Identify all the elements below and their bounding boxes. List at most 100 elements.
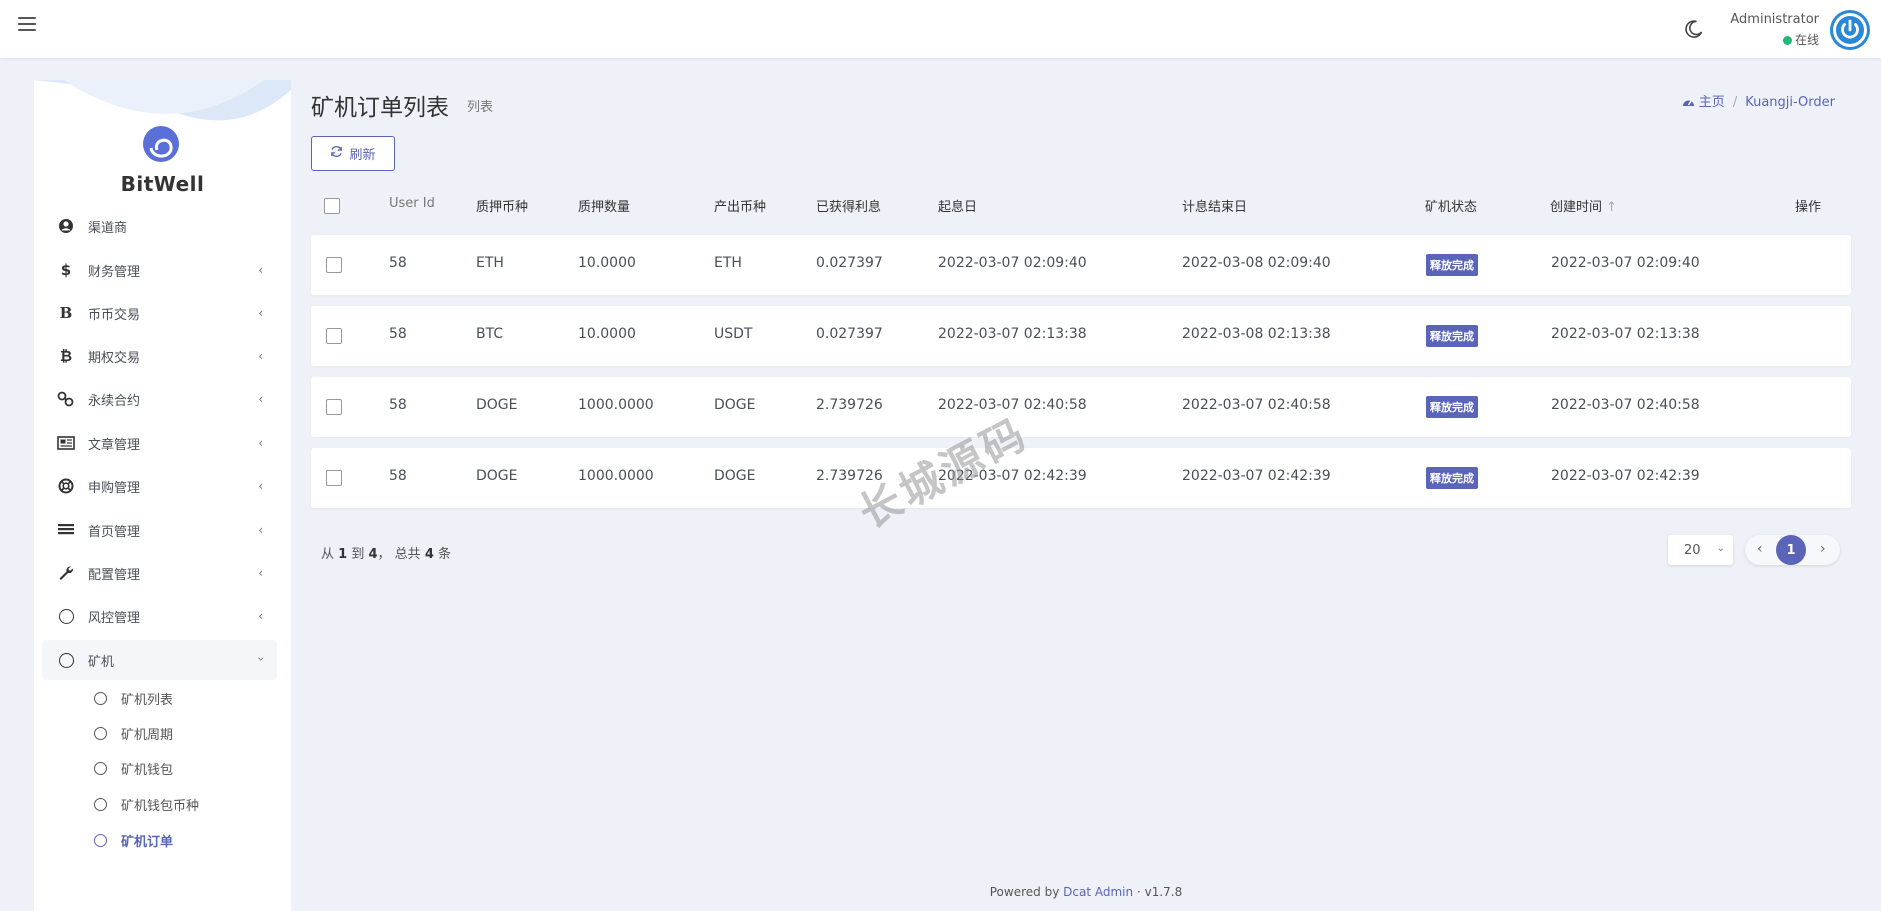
sidebar-sub-label: 矿机订单 [121, 834, 174, 850]
sidebar-item-label: 矿机 [88, 654, 115, 670]
sidebar-sub-mining-period[interactable]: 矿机周期 [74, 718, 274, 748]
sidebar-item-spot-trading[interactable]: B 币币交易 ‹ [42, 293, 277, 333]
status-badge: 释放完成 [1426, 325, 1478, 347]
refresh-button[interactable]: 刷新 [311, 136, 395, 171]
cell-pledge-coin: DOGE [476, 468, 518, 484]
cell-pledge-coin: ETH [476, 255, 504, 271]
column-earned-interest[interactable]: 已获得利息 [816, 196, 881, 215]
column-created-at[interactable]: 创建时间 ↑ [1550, 196, 1617, 215]
lifebuoy-icon [56, 478, 76, 494]
sidebar-item-config[interactable]: 配置管理 ‹ [42, 553, 277, 593]
sidebar-item-homepage[interactable]: 首页管理 ‹ [42, 510, 277, 550]
pagination-end: 4 [368, 547, 378, 562]
sidebar-item-channel[interactable]: 渠道商 [42, 206, 277, 246]
column-pledge-amount[interactable]: 质押数量 [578, 196, 630, 215]
chevron-left-icon: ‹ [258, 263, 263, 277]
table-row: 58 DOGE 1000.0000 DOGE 2.739726 2022-03-… [311, 377, 1851, 437]
cell-user-id: 58 [389, 255, 407, 271]
sidebar-item-label: 首页管理 [88, 524, 141, 540]
sidebar-item-risk[interactable]: 风控管理 ‹ [42, 596, 277, 636]
sidebar-item-perpetual[interactable]: 永续合约 ‹ [42, 379, 277, 419]
user-status-text: 在线 [1794, 33, 1819, 47]
sidebar-sub-mining-wallet[interactable]: 矿机钱包 [74, 753, 274, 783]
prev-page-icon[interactable]: ‹ [1757, 541, 1763, 557]
chevron-left-icon: ‹ [258, 436, 263, 450]
cell-pledge-coin: BTC [476, 326, 504, 342]
column-user-id[interactable]: User Id [389, 196, 435, 211]
chevron-left-icon: ‹ [258, 349, 263, 363]
current-page-button[interactable]: 1 [1776, 535, 1806, 565]
chevron-left-icon: ‹ [258, 392, 263, 406]
per-page-value: 20 [1684, 542, 1701, 558]
sidebar-item-articles[interactable]: 文章管理 ‹ [42, 423, 277, 463]
sidebar: BitWell 渠道商 $ 财务管理 ‹ B 币币交易 ‹ ₿ 期权交易 ‹ 永… [34, 80, 291, 911]
breadcrumb-separator: / [1732, 95, 1738, 110]
cell-start-date: 2022-03-07 02:13:38 [938, 326, 1087, 342]
circle-icon [94, 726, 107, 740]
cell-output-coin: DOGE [714, 397, 756, 413]
user-status: 在线 [1782, 31, 1819, 48]
dollar-icon: $ [60, 261, 72, 279]
column-end-date[interactable]: 计息结束日 [1182, 196, 1247, 215]
row-checkbox[interactable] [326, 470, 342, 486]
sidebar-wave-decoration [34, 80, 291, 121]
sidebar-sub-label: 矿机周期 [121, 727, 174, 743]
chevron-down-icon: ‹ [253, 656, 268, 662]
column-pledge-coin[interactable]: 质押币种 [476, 196, 528, 215]
cell-output-coin: ETH [714, 255, 742, 271]
cell-pledge-coin: DOGE [476, 397, 518, 413]
cell-pledge-amount: 10.0000 [578, 255, 636, 271]
sidebar-item-finance[interactable]: $ 财务管理 ‹ [42, 250, 277, 290]
sidebar-sub-mining-order[interactable]: 矿机订单 [74, 825, 274, 855]
next-page-icon[interactable]: › [1820, 541, 1826, 557]
select-all-checkbox[interactable] [324, 198, 340, 214]
cell-user-id: 58 [389, 468, 407, 484]
breadcrumb-home[interactable]: 主页 [1699, 95, 1725, 110]
cell-end-date: 2022-03-08 02:13:38 [1182, 326, 1331, 342]
circle-icon [94, 691, 107, 705]
chevron-down-icon: ⌄ [1716, 543, 1725, 554]
cell-output-coin: USDT [714, 326, 753, 342]
sidebar-item-subscription[interactable]: 申购管理 ‹ [42, 466, 277, 506]
sidebar-item-label: 财务管理 [88, 264, 141, 280]
column-output-coin[interactable]: 产出币种 [714, 196, 766, 215]
row-checkbox[interactable] [326, 399, 342, 415]
sidebar-item-label: 币币交易 [88, 307, 141, 323]
cell-user-id: 58 [389, 326, 407, 342]
column-actions: 操作 [1795, 200, 1822, 215]
cell-end-date: 2022-03-07 02:42:39 [1182, 468, 1331, 484]
sidebar-item-label: 申购管理 [88, 480, 141, 496]
dashboard-icon [1682, 95, 1699, 110]
dcat-admin-link[interactable]: Dcat Admin [1063, 885, 1133, 899]
circle-icon [56, 608, 76, 624]
cell-pledge-amount: 1000.0000 [578, 397, 654, 413]
row-checkbox[interactable] [326, 257, 342, 273]
cell-created-at: 2022-03-07 02:42:39 [1551, 468, 1700, 484]
sort-arrow-icon[interactable]: ↑ [1606, 200, 1617, 215]
user-name[interactable]: Administrator [1730, 12, 1819, 27]
cell-created-at: 2022-03-07 02:13:38 [1551, 326, 1700, 342]
table-row: 58 BTC 10.0000 USDT 0.027397 2022-03-07 … [311, 306, 1851, 366]
user-circle-icon [56, 218, 76, 234]
avatar[interactable] [1830, 10, 1870, 50]
sidebar-sub-label: 矿机钱包币种 [121, 798, 200, 814]
pagination: ‹ 1 › [1745, 535, 1840, 565]
row-checkbox[interactable] [326, 328, 342, 344]
per-page-select[interactable]: 20 ⌄ [1668, 535, 1733, 565]
pagination-total: 4 [424, 547, 434, 562]
sidebar-sub-mining-wallet-coin[interactable]: 矿机钱包币种 [74, 789, 274, 819]
column-start-date[interactable]: 起息日 [938, 196, 977, 215]
sidebar-item-label: 配置管理 [88, 567, 141, 583]
status-badge: 释放完成 [1426, 254, 1478, 276]
sidebar-item-mining[interactable]: 矿机 ‹ [42, 640, 277, 680]
cell-created-at: 2022-03-07 02:40:58 [1551, 397, 1700, 413]
footer: Powered by Dcat Admin · v1.7.8 [989, 885, 1183, 899]
chevron-left-icon: ‹ [258, 609, 263, 623]
column-status[interactable]: 矿机状态 [1425, 196, 1477, 215]
menu-toggle-icon[interactable] [18, 17, 36, 31]
sidebar-sub-mining-list[interactable]: 矿机列表 [74, 683, 274, 713]
circle-icon [94, 797, 107, 811]
sidebar-item-options[interactable]: ₿ 期权交易 ‹ [42, 336, 277, 376]
dark-mode-icon[interactable] [1684, 19, 1704, 39]
refresh-label: 刷新 [349, 148, 376, 163]
